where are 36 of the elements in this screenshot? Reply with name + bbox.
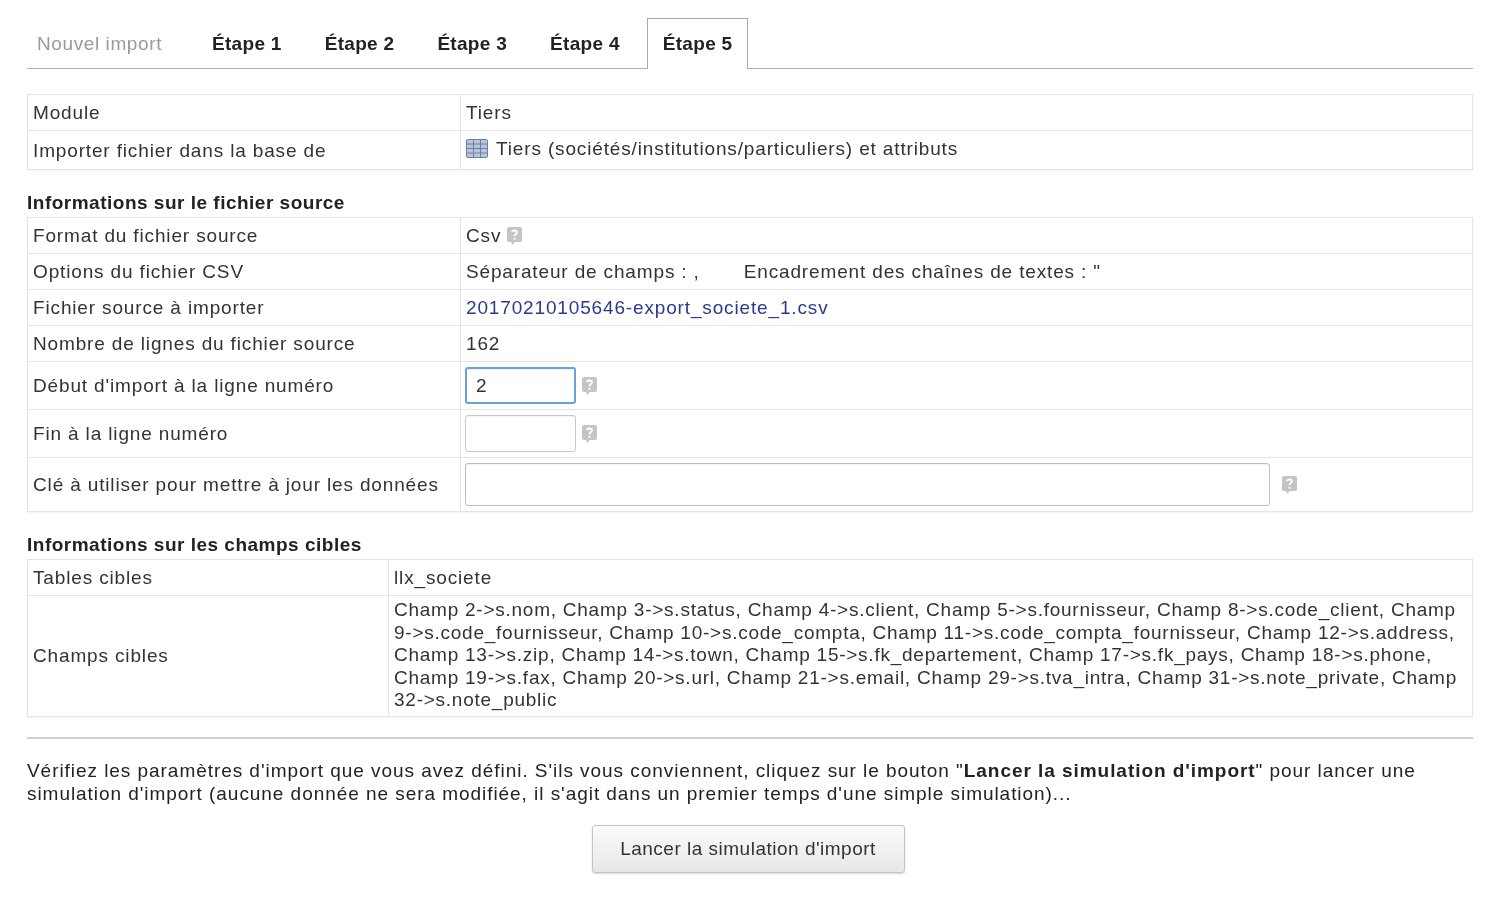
field-label: Champs cibles <box>27 595 389 717</box>
field-value: Tiers (sociétés/institutions/particuliers) et attributs <box>496 137 959 160</box>
field-label: Importer fichier dans la base de <box>27 130 461 170</box>
tab[interactable]: Étape 4 <box>534 18 636 68</box>
database-icon <box>466 139 488 158</box>
input-field[interactable] <box>465 463 1270 506</box>
field-value: 162 <box>460 325 1473 362</box>
tab[interactable]: Étape 1 <box>196 18 298 68</box>
field-label: Fichier source à importer <box>27 289 461 326</box>
field-label: Tables cibles <box>27 559 389 596</box>
tab[interactable]: Étape 2 <box>308 18 411 68</box>
field-label: Module <box>27 94 461 131</box>
field-label: Options du fichier CSV <box>27 253 461 290</box>
field-value: llx_societe <box>388 559 1473 596</box>
field-label: Format du fichier source <box>27 217 461 254</box>
section-title: Informations sur les champs cibles <box>27 534 363 556</box>
field-value: Champ 2->s.nom, Champ 3->s.status, Champ 4->s.client, Champ 5->s.fournisseur, Champ 8->s.code_client, Champ 9->s.code_fournisseur, Champ 10->s.code_compta, Champ 11->s.code_compta_fournisseur, Champ 12->s.address, Champ 13->s.zip, Champ 14->s.town, Champ 15->s.fk_departement, Champ 17->s.fk_pays, Champ 18->s.phone, Champ 19->s.fax, Champ 20->s.url, Champ 21->s.email, Champ 29->s.tva_intra, Champ 31->s.note_private, Champ 32->s.note_public <box>388 595 1473 717</box>
help-icon <box>1282 475 1297 494</box>
field-label: Nombre de lignes du fichier source <box>27 325 461 362</box>
help-icon <box>582 424 597 443</box>
instructions-text: Vérifiez les paramètres d'import que vous avez défini. S'ils vous conviennent, cliquez sur le bouton "Lancer la simulation d'import" pour lancer une simulation d'import (aucune donnée ne sera modifiée, il s'agit dans un premier temps d'une simple simulation)... <box>27 758 1417 805</box>
field-value: Tiers <box>460 94 1473 131</box>
input-field[interactable]: 2 <box>465 367 576 404</box>
simulation-button[interactable]: Lancer la simulation d'import <box>591 824 905 873</box>
field-label: Fin à la ligne numéro <box>27 409 461 458</box>
field-label: Début d'import à la ligne numéro <box>27 361 461 410</box>
section-title: Informations sur le fichier source <box>27 192 346 214</box>
option-text: Séparateur de champs : , <box>466 260 700 283</box>
input-field[interactable] <box>465 415 576 452</box>
option-text: Encadrement des chaînes de textes : " <box>743 260 1101 283</box>
help-icon <box>582 376 597 395</box>
tab[interactable]: Étape 5 <box>646 18 749 69</box>
tab[interactable]: Étape 3 <box>421 18 524 68</box>
field-label: Clé à utiliser pour mettre à jour les données <box>27 457 461 512</box>
field-value: Csv <box>466 224 502 247</box>
help-icon <box>507 226 523 245</box>
